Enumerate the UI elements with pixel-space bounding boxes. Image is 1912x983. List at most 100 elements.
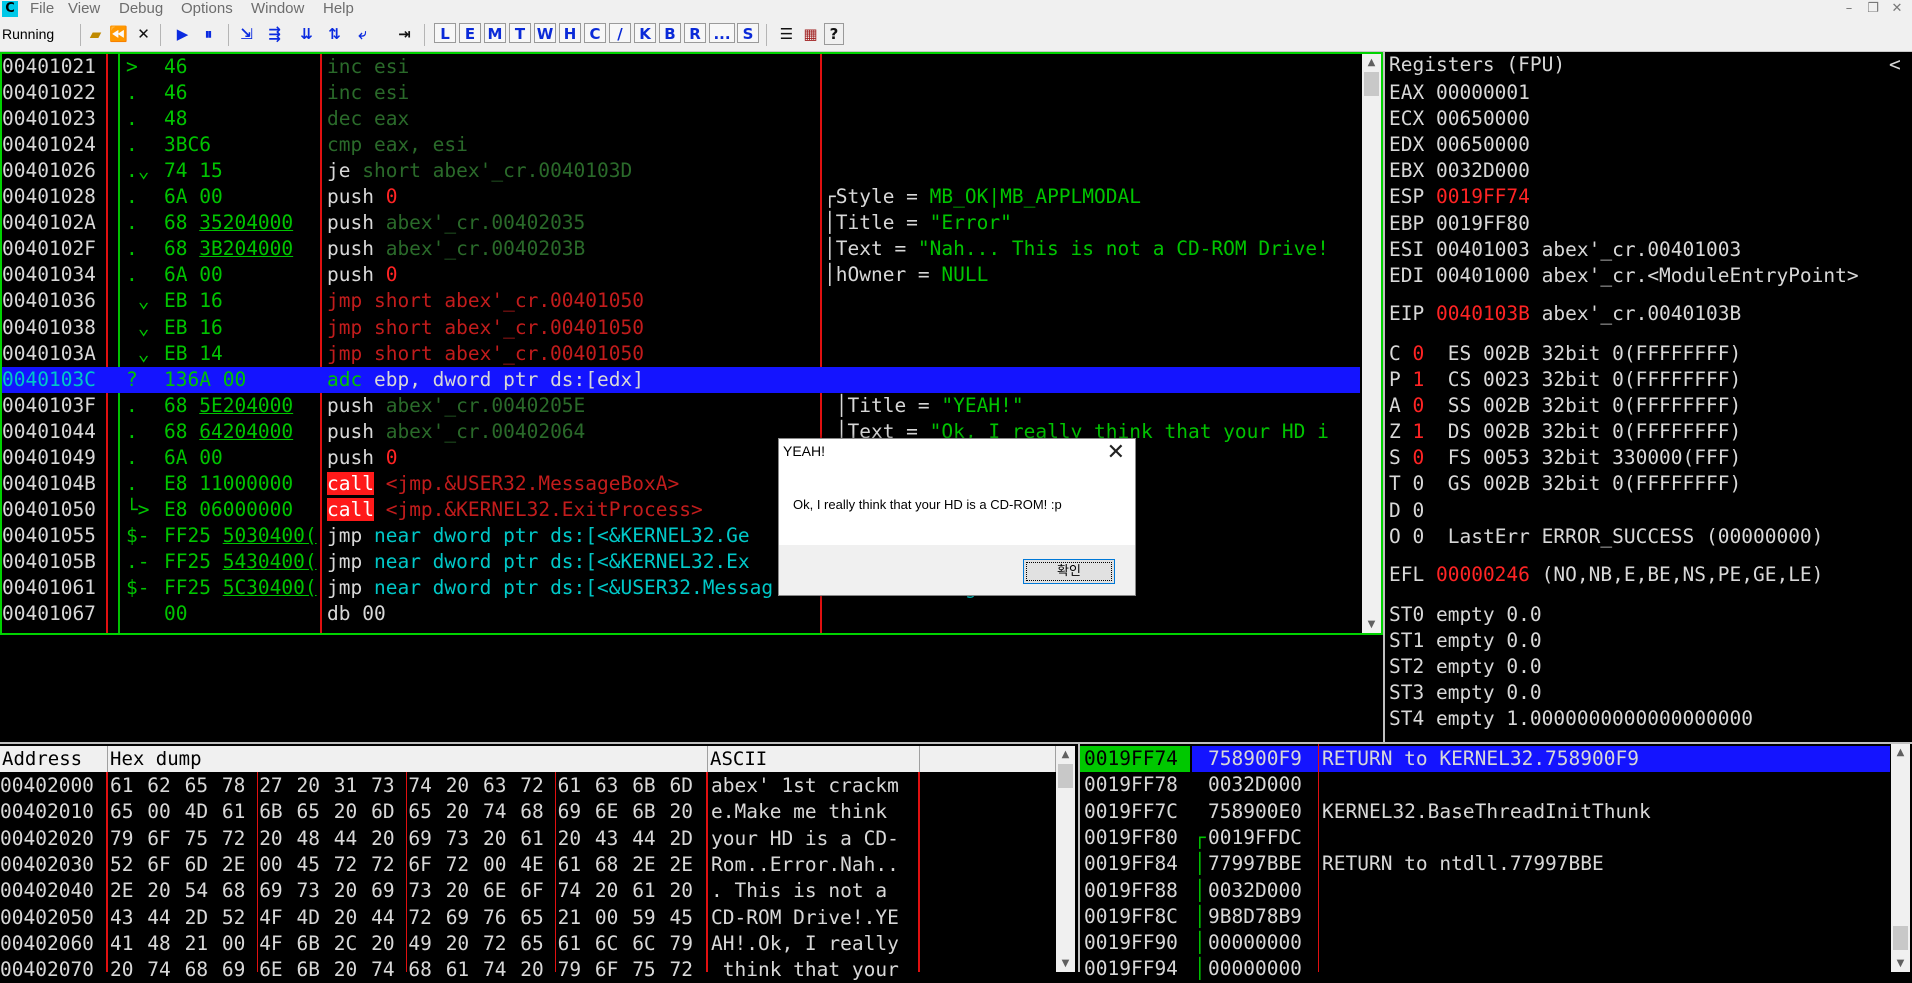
- fpu-register-row[interactable]: ST3 empty 0.0: [1389, 680, 1542, 706]
- register-row-esi[interactable]: ESI 00401003 abex'_cr.00401003: [1389, 237, 1741, 263]
- flag-row-p[interactable]: P 1 CS 0023 32bit 0(FFFFFFFF): [1389, 367, 1741, 393]
- menu-view[interactable]: View: [68, 0, 100, 18]
- stack-row[interactable]: 0019FF74 758900F9 RETURN to KERNEL32.75890…: [1080, 746, 1890, 772]
- open-icon[interactable]: ▰: [85, 23, 106, 45]
- minimize-icon[interactable]: –: [1838, 0, 1860, 18]
- register-row-ecx[interactable]: ECX 00650000: [1389, 106, 1530, 132]
- disasm-row[interactable]: 00401044. 68 64204000 push abex'_cr.004020…: [2, 419, 1360, 445]
- menu-help[interactable]: Help: [323, 0, 354, 18]
- window-cpu-button[interactable]: C: [584, 23, 606, 43]
- window-source-button[interactable]: S: [737, 23, 759, 43]
- dump-row[interactable]: 00402010 65 00 4D 61 6B 65 20 6D 65 20 74 68 69 6E 6B 20…: [0, 799, 1056, 825]
- menu-options[interactable]: Options: [181, 0, 233, 18]
- dialog-close-icon[interactable]: ✕: [1107, 439, 1125, 467]
- flag-row-c[interactable]: C 0 ES 002B 32bit 0(FFFFFFFF): [1389, 341, 1741, 367]
- menu-window[interactable]: Window: [251, 0, 304, 18]
- close-window-icon[interactable]: ✕: [1886, 0, 1908, 18]
- fpu-register-row[interactable]: ST2 empty 0.0: [1389, 654, 1542, 680]
- disasm-row[interactable]: 00401022. 46 inc esi: [2, 80, 1360, 106]
- disasm-row[interactable]: 0040103F. 68 5E204000 push abex'_cr.004020…: [2, 393, 1360, 419]
- flag-row-o[interactable]: O 0 LastErr ERROR_SUCCESS (00000000): [1389, 524, 1823, 550]
- disasm-row[interactable]: 0040105B .- FF25 5430400(jmp near dword pt…: [2, 549, 1360, 575]
- disasm-row[interactable]: 00401038 ⌄ EB 16 jmp short abex'_cr.004010…: [2, 315, 1360, 341]
- dump-header-hex[interactable]: Hex dump: [108, 746, 708, 772]
- disasm-row[interactable]: 00401036 ⌄ EB 16 jmp short abex'_cr.004010…: [2, 288, 1360, 314]
- stack-row[interactable]: 0019FF7C 758900E0 KERNEL32.BaseThreadInitT…: [1080, 799, 1890, 825]
- disasm-row[interactable]: 00401055 $- FF25 5030400(jmp near dword pt…: [2, 523, 1360, 549]
- stack-row[interactable]: 0019FF84 │ 77997BBE RETURN to ntdll.77997BB…: [1080, 851, 1890, 877]
- stack-row[interactable]: 0019FF90 │ 00000000: [1080, 930, 1890, 956]
- step-over-icon[interactable]: ⇶: [264, 23, 285, 45]
- dump-row[interactable]: 00402060 41 48 21 00 4F 6B 2C 20 49 20 72 65 61 6C 6C 79…: [0, 931, 1056, 957]
- message-box-dialog[interactable]: YEAH! ✕ Ok, I really think that your HD …: [778, 438, 1136, 596]
- disasm-row[interactable]: 00401061 $- FF25 5C30400(jmp near dword pt…: [2, 575, 1360, 601]
- window-memory-button[interactable]: M: [484, 23, 506, 43]
- dump-scrollbar[interactable]: ▲ ▼: [1056, 746, 1075, 972]
- help-icon[interactable]: ?: [824, 23, 844, 45]
- window-windows-button[interactable]: W: [534, 23, 556, 43]
- grid-icon[interactable]: ▦: [800, 23, 821, 45]
- trace-into-icon[interactable]: ⇊: [296, 23, 317, 45]
- dump-row[interactable]: 00402070 20 74 68 69 6E 6B 20 74 68 61 74 20 79 6F 75 72…: [0, 957, 1056, 983]
- dump-row[interactable]: 00402050 43 44 2D 52 4F 4D 20 44 72 69 76 65 21 00 59 45…: [0, 905, 1056, 931]
- window-references-button[interactable]: R: [684, 23, 706, 43]
- disasm-row[interactable]: 00401024. 3BC6 cmp eax, esi: [2, 132, 1360, 158]
- window-threads-button[interactable]: T: [509, 23, 531, 43]
- disasm-row[interactable]: 0040103C? 136A 00 adc ebp, dword ptr ds:[e…: [2, 367, 1360, 393]
- stack-row[interactable]: 0019FF88 │ 0032D000: [1080, 878, 1890, 904]
- restore-icon[interactable]: ❐: [1862, 0, 1884, 18]
- dump-row[interactable]: 00402020 79 6F 75 72 20 48 44 20 69 73 20 61 20 43 44 2D…: [0, 826, 1056, 852]
- window-log-button[interactable]: L: [434, 23, 456, 43]
- flag-row-z[interactable]: Z 1 DS 002B 32bit 0(FFFFFFFF): [1389, 419, 1741, 445]
- ok-button[interactable]: 확인: [1023, 559, 1115, 584]
- disasm-row[interactable]: 00401023. 48 dec eax: [2, 106, 1360, 132]
- stack-row[interactable]: 0019FF8C │ 9B8D78B9: [1080, 904, 1890, 930]
- register-row-ebp[interactable]: EBP 0019FF80: [1389, 211, 1530, 237]
- fpu-register-row[interactable]: ST0 empty 0.0: [1389, 602, 1542, 628]
- dump-header-address[interactable]: Address: [0, 746, 108, 772]
- register-row-ebx[interactable]: EBX 0032D000: [1389, 158, 1530, 184]
- window-modules-button[interactable]: E: [459, 23, 481, 43]
- disasm-row[interactable]: 00401050 └> E8 06000000 call <jmp.&KERNEL32…: [2, 497, 1360, 523]
- registers-pane[interactable]: Registers (FPU) < EAX 00000001 ECX 006500…: [1383, 52, 1912, 742]
- scroll-up-icon[interactable]: ▲: [1362, 54, 1381, 71]
- disasm-row[interactable]: 00401067 00 db 00: [2, 601, 1360, 627]
- disasm-row[interactable]: 00401021 >46 inc esi: [2, 54, 1360, 80]
- window-runtrace-button[interactable]: ...: [709, 23, 735, 43]
- collapse-icon[interactable]: <: [1889, 52, 1901, 78]
- stack-scrollbar[interactable]: ▲ ▼: [1891, 744, 1910, 972]
- register-row-eax[interactable]: EAX 00000001: [1389, 80, 1530, 106]
- scroll-thumb[interactable]: [1893, 926, 1908, 950]
- scroll-up-icon[interactable]: ▲: [1891, 744, 1910, 761]
- menu-debug[interactable]: Debug: [119, 0, 163, 18]
- disassembly-scrollbar[interactable]: ▲ ▼: [1362, 54, 1381, 633]
- scroll-up-icon[interactable]: ▲: [1056, 746, 1075, 763]
- stack-row[interactable]: 0019FF94 │ 00000000: [1080, 956, 1890, 982]
- disasm-row[interactable]: 00401026 .⌄ 74 15 je short abex'_cr.0040103…: [2, 158, 1360, 184]
- window-handles-button[interactable]: H: [559, 23, 581, 43]
- step-into-icon[interactable]: ⇲: [236, 23, 257, 45]
- disassembly-pane[interactable]: 00401021 >46 inc esi 00401022. 46 inc esi 0040…: [0, 52, 1383, 635]
- window-callstack-button[interactable]: K: [634, 23, 656, 43]
- stack-row[interactable]: 0019FF80 ┌ 0019FFDC: [1080, 825, 1890, 851]
- stack-row[interactable]: 0019FF78 0032D000: [1080, 772, 1890, 798]
- disasm-row[interactable]: 0040104B. E8 11000000 call <jmp.&USER32.Me…: [2, 471, 1360, 497]
- dump-row[interactable]: 00402000 61 62 65 78 27 20 31 73 74 20 63 72 61 63 6B 6D…: [0, 773, 1056, 799]
- flag-row-s[interactable]: S 0 FS 0053 32bit 330000(FFF): [1389, 445, 1741, 471]
- restart-icon[interactable]: ⏪: [108, 23, 129, 45]
- scroll-thumb[interactable]: [1364, 72, 1379, 96]
- stack-pane[interactable]: 0019FF74 758900F9 RETURN to KERNEL32.75890…: [1078, 742, 1912, 980]
- trace-over-icon[interactable]: ⇅: [324, 23, 345, 45]
- register-row-edi[interactable]: EDI 00401000 abex'_cr.<ModuleEntryPoint>: [1389, 263, 1859, 289]
- dump-header-ascii[interactable]: ASCII: [708, 746, 920, 772]
- register-row-edx[interactable]: EDX 00650000: [1389, 132, 1530, 158]
- scroll-down-icon[interactable]: ▼: [1362, 616, 1381, 633]
- close-icon[interactable]: ✕: [133, 23, 154, 45]
- flag-row-t[interactable]: T 0 GS 002B 32bit 0(FFFFFFFF): [1389, 471, 1741, 497]
- window-breakpoints-button[interactable]: B: [659, 23, 681, 43]
- disasm-row[interactable]: 0040102F. 68 3B204000 push abex'_cr.004020…: [2, 236, 1360, 262]
- menu-file[interactable]: File: [30, 0, 54, 18]
- dump-row[interactable]: 00402030 52 6F 6D 2E 00 45 72 72 6F 72 00 4E 61 68 2E 2E…: [0, 852, 1056, 878]
- disasm-row[interactable]: 00401034. 6A 00 push 0 │hOwner = NULL: [2, 262, 1360, 288]
- fpu-register-row[interactable]: ST1 empty 0.0: [1389, 628, 1542, 654]
